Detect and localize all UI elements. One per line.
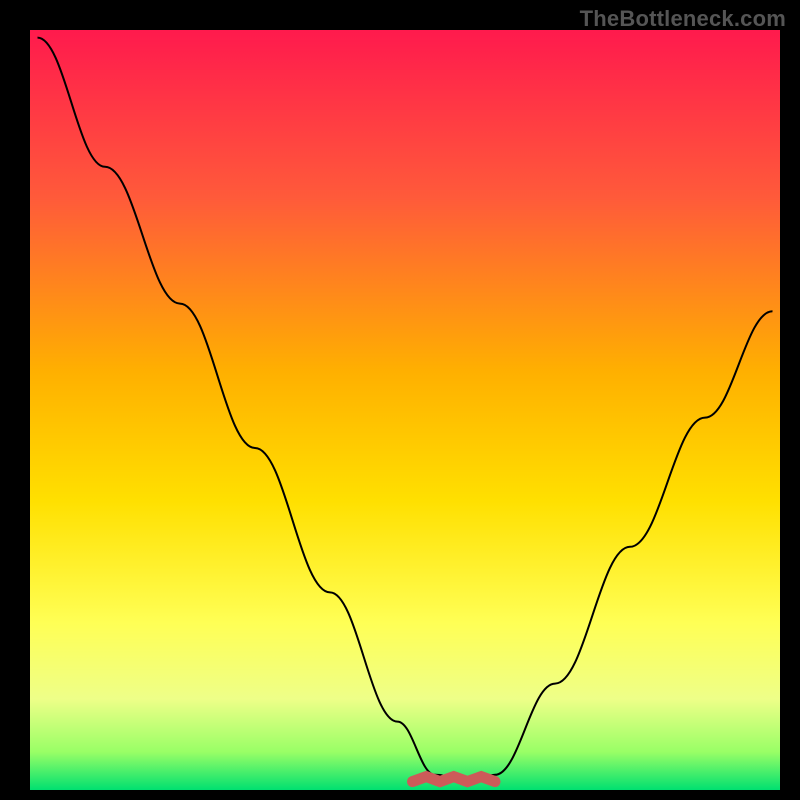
optimal-range-marker <box>413 777 496 782</box>
watermark: TheBottleneck.com <box>580 6 786 32</box>
bottleneck-chart <box>0 0 800 800</box>
chart-container: { "watermark": "TheBottleneck.com", "cha… <box>0 0 800 800</box>
plot-area <box>30 30 780 790</box>
